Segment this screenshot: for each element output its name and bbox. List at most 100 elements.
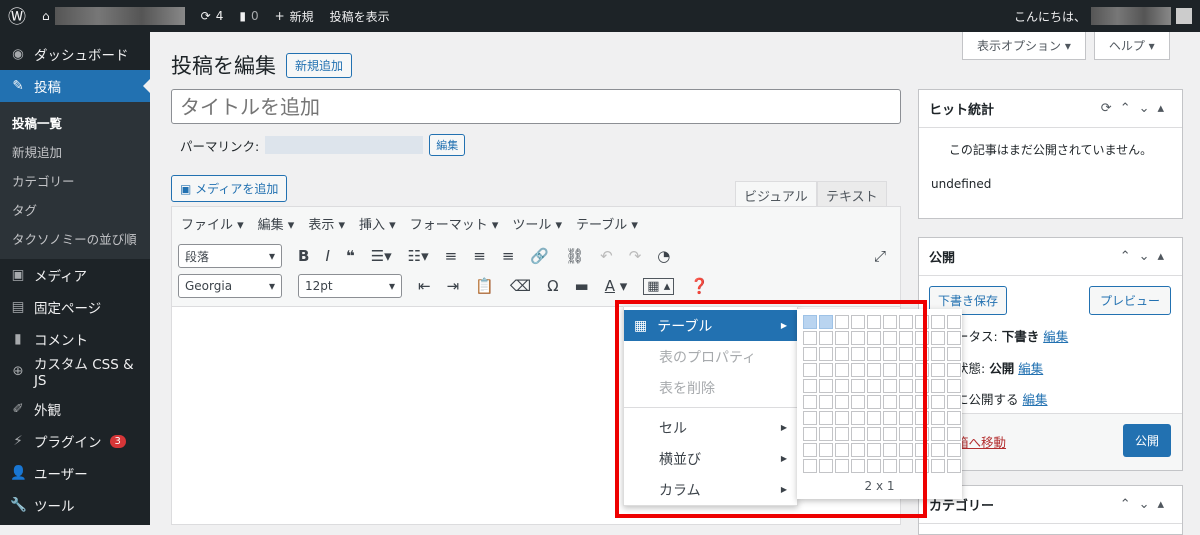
table-grid-cell[interactable] xyxy=(899,427,913,441)
table-grid-cell[interactable] xyxy=(835,459,849,473)
table-grid-cell[interactable] xyxy=(803,427,817,441)
sidebar-item-tools[interactable]: 🔧 ツール xyxy=(0,489,150,521)
table-grid-cell[interactable] xyxy=(947,363,961,377)
box-controls[interactable]: ⟳⌃⌄▴ xyxy=(1101,101,1172,116)
menu-item-row[interactable]: 横並び ▶ xyxy=(624,443,797,474)
table-grid-cell[interactable] xyxy=(835,443,849,457)
table-grid-cell[interactable] xyxy=(819,443,833,457)
table-grid-cell[interactable] xyxy=(915,315,929,329)
sidebar-item-custom-css-js[interactable]: ⊕ カスタム CSS & JS xyxy=(0,355,150,389)
pie-chart-icon[interactable]: ◔ xyxy=(657,247,670,265)
table-grid-cell[interactable] xyxy=(803,363,817,377)
screen-options-button[interactable]: 表示オプション ▾ xyxy=(962,32,1086,60)
table-grid-cell[interactable] xyxy=(803,459,817,473)
numbered-list-icon[interactable]: ☷▾ xyxy=(408,247,429,265)
table-grid-cell[interactable] xyxy=(931,427,945,441)
site-name[interactable]: ⌂ xyxy=(34,0,193,32)
table-grid-cell[interactable] xyxy=(931,443,945,457)
omega-icon[interactable]: Ω xyxy=(547,277,558,295)
table-grid-cell[interactable] xyxy=(867,459,881,473)
table-grid-cell[interactable] xyxy=(899,331,913,345)
sidebar-item-posts[interactable]: ✎ 投稿 xyxy=(0,70,150,102)
table-grid-cell[interactable] xyxy=(867,379,881,393)
new-content-link[interactable]: + 新規 xyxy=(267,0,322,32)
menu-tools[interactable]: ツール ▾ xyxy=(512,214,562,233)
table-grid-cell[interactable] xyxy=(867,411,881,425)
table-grid-cell[interactable] xyxy=(851,379,865,393)
table-grid-cell[interactable] xyxy=(851,395,865,409)
table-grid-cell[interactable] xyxy=(931,379,945,393)
table-grid-cell[interactable] xyxy=(899,363,913,377)
table-grid-cell[interactable] xyxy=(883,315,897,329)
table-grid-cell[interactable] xyxy=(851,315,865,329)
table-grid-cell[interactable] xyxy=(835,411,849,425)
table-grid-cell[interactable] xyxy=(867,347,881,361)
sidebar-item-dashboard[interactable]: ◉ ダッシュボード xyxy=(0,38,150,70)
table-grid-cell[interactable] xyxy=(899,459,913,473)
blockquote-icon[interactable]: ❝ xyxy=(346,247,355,265)
table-grid-cell[interactable] xyxy=(803,411,817,425)
table-grid-cell[interactable] xyxy=(819,331,833,345)
menu-file[interactable]: ファイル ▾ xyxy=(181,214,244,233)
publish-button[interactable]: 公開 xyxy=(1122,424,1171,457)
table-grid-cell[interactable] xyxy=(803,395,817,409)
permalink-edit-button[interactable]: 編集 xyxy=(429,134,466,156)
table-grid-cell[interactable] xyxy=(915,411,929,425)
text-color-icon[interactable]: A ▾ xyxy=(605,277,628,295)
sidebar-item-users[interactable]: 👤 ユーザー xyxy=(0,457,150,489)
table-grid-cell[interactable] xyxy=(819,363,833,377)
table-grid-cell[interactable] xyxy=(851,459,865,473)
view-post-link[interactable]: 投稿を表示 xyxy=(322,0,398,32)
table-grid-cell[interactable] xyxy=(803,315,817,329)
font-family-select[interactable]: Georgia ▾ xyxy=(178,274,282,298)
italic-icon[interactable]: I xyxy=(325,247,329,265)
add-media-button[interactable]: ▣ メディアを追加 xyxy=(171,175,288,202)
paste-text-icon[interactable]: 📋 xyxy=(475,277,494,295)
table-grid-cell[interactable] xyxy=(883,459,897,473)
table-button[interactable]: ▦ ▴ xyxy=(643,277,675,295)
table-grid-cell[interactable] xyxy=(883,347,897,361)
edit-status-link[interactable]: 編集 xyxy=(1043,329,1068,344)
tab-text[interactable]: テキスト xyxy=(817,181,887,209)
submenu-all-posts[interactable]: 投稿一覧 xyxy=(0,108,150,137)
table-grid-cell[interactable] xyxy=(835,347,849,361)
comments-link[interactable]: ▮ 0 xyxy=(231,0,266,32)
table-grid-cell[interactable] xyxy=(851,347,865,361)
table-grid-cell[interactable] xyxy=(803,347,817,361)
table-grid-cell[interactable] xyxy=(835,427,849,441)
align-left-icon[interactable]: ≡ xyxy=(445,247,458,265)
submenu-taxonomy-order[interactable]: タクソノミーの並び順 xyxy=(0,224,150,253)
sidebar-item-appearance[interactable]: ✐ 外観 xyxy=(0,393,150,425)
table-grid-cell[interactable] xyxy=(835,331,849,345)
table-grid-cell[interactable] xyxy=(899,411,913,425)
table-grid-cell[interactable] xyxy=(867,331,881,345)
table-grid-cell[interactable] xyxy=(851,363,865,377)
sidebar-item-plugins[interactable]: ⚡ プラグイン 3 xyxy=(0,425,150,457)
table-grid-cell[interactable] xyxy=(819,427,833,441)
table-grid-cell[interactable] xyxy=(915,347,929,361)
table-grid-cell[interactable] xyxy=(931,315,945,329)
table-grid-cell[interactable] xyxy=(915,459,929,473)
menu-item-table[interactable]: ▦ テーブル ▶ xyxy=(624,310,797,341)
table-grid-cell[interactable] xyxy=(947,315,961,329)
table-grid-cell[interactable] xyxy=(899,315,913,329)
table-grid-cell[interactable] xyxy=(803,443,817,457)
tab-visual[interactable]: ビジュアル xyxy=(735,181,817,209)
table-grid-cell[interactable] xyxy=(883,331,897,345)
table-grid-cell[interactable] xyxy=(899,395,913,409)
table-grid-cell[interactable] xyxy=(947,427,961,441)
table-grid-cell[interactable] xyxy=(851,443,865,457)
submenu-categories[interactable]: カテゴリー xyxy=(0,166,150,195)
table-grid-cell[interactable] xyxy=(867,427,881,441)
table-grid-cell[interactable] xyxy=(931,331,945,345)
menu-item-cell[interactable]: セル ▶ xyxy=(624,412,797,443)
outdent-icon[interactable]: ⇤ xyxy=(418,277,431,295)
table-grid-cell[interactable] xyxy=(835,315,849,329)
bold-icon[interactable]: B xyxy=(298,247,309,265)
format-select[interactable]: 段落 ▾ xyxy=(178,244,282,268)
table-grid-cell[interactable] xyxy=(867,395,881,409)
table-grid-cell[interactable] xyxy=(867,443,881,457)
table-grid-cell[interactable] xyxy=(883,443,897,457)
table-grid-cell[interactable] xyxy=(819,459,833,473)
table-grid-cell[interactable] xyxy=(883,427,897,441)
